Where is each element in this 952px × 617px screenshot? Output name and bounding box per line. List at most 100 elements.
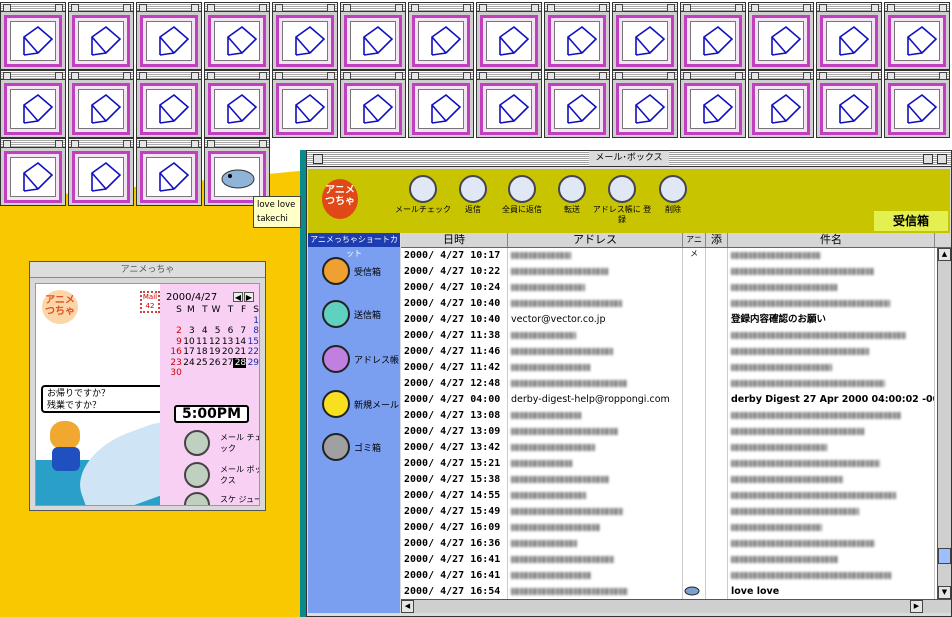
tile-titlebar[interactable] <box>817 71 881 80</box>
mail-tile[interactable] <box>884 2 950 70</box>
mail-tile[interactable] <box>272 70 338 138</box>
tile-titlebar[interactable] <box>477 3 541 12</box>
mail-tile[interactable] <box>544 2 610 70</box>
calendar-day[interactable]: 29 <box>246 358 259 369</box>
tile-titlebar[interactable] <box>749 71 813 80</box>
tile-titlebar[interactable] <box>749 3 813 12</box>
calendar-day[interactable]: 7 <box>233 326 246 337</box>
mail-tile[interactable] <box>68 70 134 138</box>
mail-tile[interactable] <box>68 138 134 206</box>
tile-titlebar[interactable] <box>681 71 745 80</box>
mail-tile[interactable] <box>136 138 202 206</box>
calendar-day[interactable]: 2 <box>169 326 182 337</box>
calendar-day[interactable]: 23 <box>169 358 181 369</box>
table-row[interactable]: 2000/ 4/27 16:36 <box>401 536 951 552</box>
calendar-title[interactable]: アニメっちゃ <box>30 262 265 278</box>
sidebar-item-trash[interactable]: ゴミ箱 <box>322 433 400 463</box>
table-row[interactable]: 2000/ 4/27 16:41 <box>401 552 951 568</box>
scroll-down-arrow-icon[interactable]: ▼ <box>938 586 951 599</box>
tile-titlebar[interactable] <box>273 3 337 12</box>
calendar-day[interactable]: 20 <box>220 347 233 358</box>
sidebar-item-inbox[interactable]: 受信箱 <box>322 257 400 287</box>
calendar-day[interactable]: 16 <box>169 347 181 358</box>
table-row[interactable]: 2000/ 4/27 10:24 <box>401 280 951 296</box>
table-row[interactable]: 2000/ 4/27 12:48 <box>401 376 951 392</box>
tile-titlebar[interactable] <box>69 3 133 12</box>
character-head[interactable] <box>50 421 80 449</box>
column-header-date[interactable]: 日時 <box>401 233 508 247</box>
horizontal-scrollbar[interactable]: ◀ ▶ <box>401 599 951 613</box>
zoom-box[interactable] <box>923 154 933 164</box>
window-titlebar[interactable]: メール･ボックス <box>307 151 951 167</box>
mail-tile[interactable] <box>612 70 678 138</box>
tile-titlebar[interactable] <box>545 3 609 12</box>
scroll-thumb[interactable] <box>938 548 951 564</box>
tile-titlebar[interactable] <box>205 71 269 80</box>
calendar-day[interactable]: 26 <box>208 358 220 369</box>
calendar-day[interactable]: 22 <box>246 347 259 358</box>
tile-titlebar[interactable] <box>205 3 269 12</box>
table-row[interactable]: 2000/ 4/27 13:08 <box>401 408 951 424</box>
column-header-anime[interactable]: アニメ <box>683 233 706 258</box>
calendar-day[interactable]: 27 <box>220 358 233 369</box>
tile-titlebar[interactable] <box>137 71 201 80</box>
toolbar-delete-button[interactable]: 削除 <box>642 175 704 215</box>
tile-titlebar[interactable] <box>545 71 609 80</box>
table-row[interactable]: 2000/ 4/27 11:42 <box>401 360 951 376</box>
calendar-day[interactable]: 10 <box>182 337 194 348</box>
mail-tile[interactable] <box>884 70 950 138</box>
sidebar-item-address-book[interactable]: アドレス帳 <box>322 345 400 375</box>
prev-month-button[interactable]: ◀ <box>233 292 243 302</box>
mail-tile[interactable] <box>0 2 66 70</box>
mail-stamp-icon[interactable]: Mail 42 <box>140 291 160 313</box>
tile-titlebar[interactable] <box>137 3 201 12</box>
calendar-day[interactable]: 3 <box>182 326 195 337</box>
tile-titlebar[interactable] <box>681 3 745 12</box>
calendar-day[interactable]: 9 <box>169 337 182 348</box>
calendar-day[interactable]: 6 <box>220 326 234 337</box>
mail-tile[interactable] <box>0 70 66 138</box>
table-row[interactable]: 2000/ 4/27 15:38 <box>401 472 951 488</box>
calendar-day[interactable]: 11 <box>195 337 207 348</box>
calendar-day[interactable]: 19 <box>208 347 220 358</box>
table-row[interactable]: 2000/ 4/27 16:09 <box>401 520 951 536</box>
table-row[interactable]: 2000/ 4/27 13:09 <box>401 424 951 440</box>
mail-tile[interactable] <box>816 2 882 70</box>
mail-tile[interactable] <box>136 70 202 138</box>
tile-titlebar[interactable] <box>1 71 65 80</box>
table-row[interactable]: 2000/ 4/27 15:49 <box>401 504 951 520</box>
tile-titlebar[interactable] <box>885 71 949 80</box>
mail-tile[interactable] <box>544 70 610 138</box>
tile-titlebar[interactable] <box>69 71 133 80</box>
character-body[interactable] <box>52 447 80 471</box>
table-row[interactable]: 2000/ 4/27 10:17 <box>401 248 951 264</box>
tile-titlebar[interactable] <box>1 139 65 148</box>
mailbox-button[interactable]: メール ボックス <box>184 462 259 494</box>
next-month-button[interactable]: ▶ <box>244 292 254 302</box>
mail-tile[interactable] <box>408 70 474 138</box>
table-row[interactable]: 2000/ 4/27 16:54 love love <box>401 584 951 600</box>
mail-tile[interactable] <box>748 70 814 138</box>
scroll-right-arrow-icon[interactable]: ▶ <box>910 600 923 613</box>
tile-titlebar[interactable] <box>817 3 881 12</box>
scroll-left-arrow-icon[interactable]: ◀ <box>401 600 414 613</box>
calendar-day[interactable]: 21 <box>233 347 246 358</box>
sidebar-item-new-mail[interactable]: 新規メール <box>322 390 400 420</box>
mail-tile[interactable] <box>680 70 746 138</box>
table-row[interactable]: 2000/ 4/27 10:22 <box>401 264 951 280</box>
mail-tile[interactable] <box>476 2 542 70</box>
tile-titlebar[interactable] <box>613 3 677 12</box>
table-row[interactable]: 2000/ 4/27 10:40 vector@vector.co.jp 登録内容確… <box>401 312 951 328</box>
close-box[interactable] <box>313 154 323 164</box>
vertical-scrollbar[interactable]: ▲ ▼ <box>937 248 951 599</box>
mail-tile[interactable] <box>476 70 542 138</box>
mail-tile[interactable] <box>68 2 134 70</box>
tile-titlebar[interactable] <box>69 139 133 148</box>
collapse-box[interactable] <box>937 154 947 164</box>
calendar-day[interactable]: 5 <box>208 326 221 337</box>
calendar-day[interactable]: 1 <box>246 316 259 327</box>
calendar-day[interactable]: 30 <box>169 368 181 379</box>
mail-tile[interactable] <box>340 2 406 70</box>
tile-titlebar[interactable] <box>613 71 677 80</box>
mail-tile[interactable] <box>408 2 474 70</box>
